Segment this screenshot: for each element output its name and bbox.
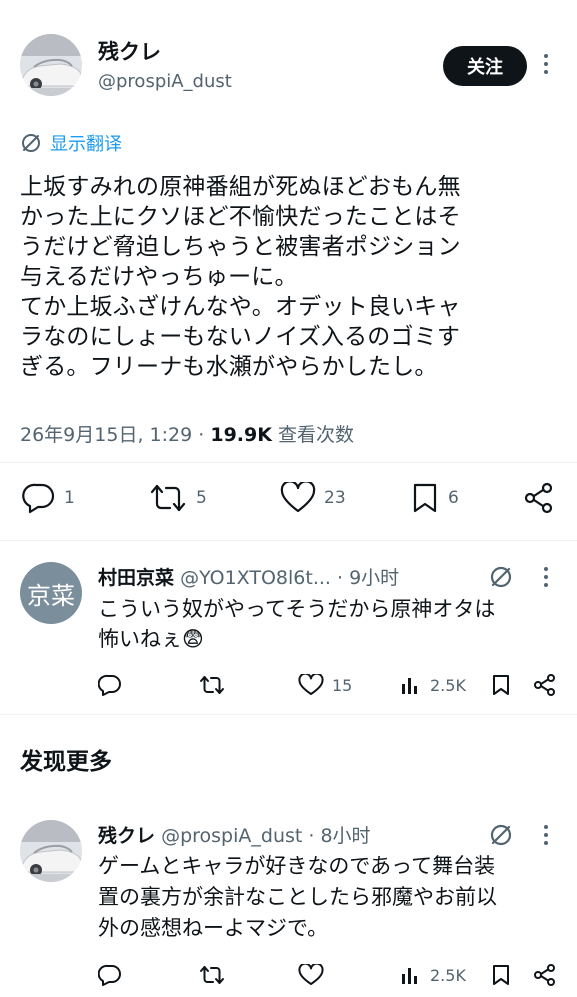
heart-icon [298,674,324,696]
tweet-text-line: うだけど脅迫しちゃうと被害者ポジション [20,234,461,260]
tweet-text-line: ラなのにしょーもないノイズ入るのゴミす [20,324,461,350]
discover-tweet-text: ゲームとキャラが好きなのであって舞台装 置の裏方が余計なことしたら邪魔やお前以 … [98,851,558,944]
retweet-button[interactable]: 5 [148,482,207,514]
retweet-button[interactable] [198,674,226,696]
bookmark-icon [490,674,512,696]
bookmark-button[interactable] [490,674,512,696]
retweet-button[interactable] [198,964,226,986]
timestamp[interactable]: 26年9月15日, 1:29 [20,424,192,446]
translate-icon[interactable] [488,564,514,590]
translate-icon [20,132,42,154]
more-options-icon[interactable] [543,567,549,587]
reply-text: こういう奴がやってそうだから原神オタは 怖いねぇ😨 [98,594,558,654]
discover-more-heading: 发现更多 [20,749,112,775]
reply-text-line: 怖いねぇ😨 [98,627,204,651]
reply-button[interactable] [98,964,122,986]
discover-tweet-header: 残クレ @prospiA_dust · 8小时 [98,821,371,848]
tweet-text-line: ぎる。フリーナも水瀬がやらかしたし。 [20,354,438,380]
tweet-text-line: ゲームとキャラが好きなのであって舞台装 [98,854,496,878]
divider [0,462,577,463]
share-icon [533,674,557,696]
discover-author-handle[interactable]: @prospiA_dust [161,825,302,847]
separator-dot: · [198,424,205,446]
bookmark-button[interactable]: 6 [410,482,459,514]
like-button[interactable]: 15 [298,674,352,696]
bookmark-icon [490,964,512,986]
tweet-text: 上坂すみれの原神番組が死ぬほどおもん無 かった上にクソほど不愉快だったことはそ … [20,172,565,382]
retweet-count: 5 [196,488,207,508]
author-avatar[interactable] [20,820,82,882]
like-count: 15 [332,675,353,695]
bookmark-count: 6 [448,488,459,508]
main-action-bar: 1 5 23 6 [0,472,577,524]
divider [0,540,577,541]
tweet-text-line: かった上にクソほど不愉快だったことはそ [20,204,461,230]
retweet-icon [198,674,226,696]
main-tweet-header: 残クレ @prospiA_dust 关注 [0,0,577,120]
translate-icon[interactable] [488,822,514,848]
author-handle[interactable]: @prospiA_dust [98,71,232,92]
retweet-icon [198,964,226,986]
views-count: 19.9K [210,424,272,446]
views-button[interactable]: 2.5K [400,964,466,986]
reply-icon [98,964,122,986]
views-label: 查看次数 [278,424,355,446]
heart-icon [280,482,316,514]
tweet-text-line: 置の裏方が余計なことしたら邪魔やお前以 [98,885,497,909]
share-button[interactable] [533,964,557,986]
share-button[interactable] [533,674,557,696]
share-button[interactable] [522,482,556,514]
reply-text-line: こういう奴がやってそうだから原神オタは [98,597,496,621]
share-icon [522,482,556,514]
share-icon [533,964,557,986]
reply-icon [22,482,56,514]
views-button[interactable]: 2.5K [400,674,466,696]
reply-icon [98,674,122,696]
tweet-meta: 26年9月15日, 1:29 · 19.9K 查看次数 [20,420,354,447]
reply-author-name[interactable]: 村田京菜 [98,567,174,589]
follow-button[interactable]: 关注 [443,46,527,86]
retweet-icon [148,482,188,514]
author-name[interactable]: 残クレ [98,36,161,66]
discover-tweet-time[interactable]: · 8小时 [308,825,370,847]
reply-header: 村田京菜 @YO1XTO8l6t... · 9小时 [98,563,399,590]
tweet-text-line: 上坂すみれの原神番組が死ぬほどおもん無 [20,174,461,200]
reply-author-handle[interactable]: @YO1XTO8l6t... [180,567,331,589]
like-count: 23 [324,488,346,508]
views-count: 2.5K [430,965,466,985]
reply-count: 1 [64,488,75,508]
show-translation-link[interactable]: 显示翻译 [20,130,122,156]
discover-author-name[interactable]: 残クレ [98,825,155,847]
tweet-text-line: 外の感想ねーよマジで。 [98,916,329,940]
reply-button[interactable] [98,674,122,696]
heart-icon [298,964,324,986]
reply-button[interactable]: 1 [22,482,75,514]
bookmark-icon [410,482,440,514]
more-options-icon[interactable] [543,54,549,74]
tweet-text-line: てか上坂ふざけんなや。オデット良いキャ [20,294,461,320]
like-button[interactable]: 23 [280,482,346,514]
show-translation-label: 显示翻译 [50,134,122,155]
author-avatar[interactable] [20,34,82,96]
analytics-icon [400,964,422,986]
reply-avatar[interactable]: 京菜 [20,562,82,624]
reply-time[interactable]: · 9小时 [337,567,399,589]
analytics-icon [400,674,422,696]
views-count: 2.5K [430,675,466,695]
bookmark-button[interactable] [490,964,512,986]
more-options-icon[interactable] [543,825,549,845]
like-button[interactable] [298,964,324,986]
tweet-text-line: 与えるだけやっちゅーに。 [20,264,298,290]
divider [0,714,577,715]
